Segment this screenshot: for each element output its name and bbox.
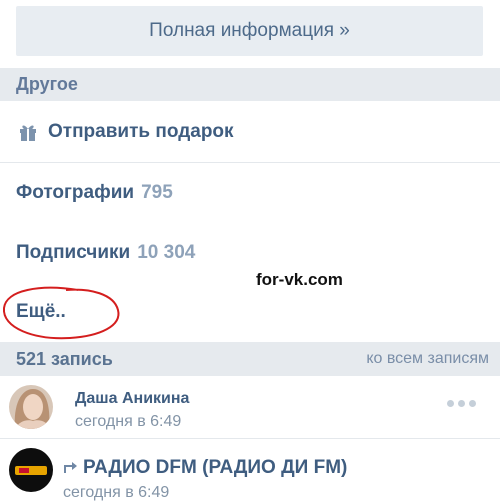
avatar[interactable] <box>9 448 53 492</box>
post-item[interactable]: Даша Аникина сегодня в 6:49 <box>0 376 500 439</box>
all-posts-link[interactable]: ко всем записям <box>366 350 489 368</box>
menu-item-subscribers-label: Подписчики <box>16 242 131 263</box>
full-info-button[interactable]: Полная информация » <box>16 6 483 56</box>
more-options-icon[interactable] <box>447 400 476 407</box>
full-info-label: Полная информация » <box>149 20 350 41</box>
section-header-other: Другое <box>0 68 500 101</box>
subscribers-count: 10 304 <box>137 242 196 263</box>
top-area: Полная информация » <box>0 0 500 68</box>
repost-icon <box>64 462 77 473</box>
avatar[interactable] <box>9 385 53 429</box>
post-author[interactable]: Даша Аникина <box>75 390 189 408</box>
section-title-other: Другое <box>16 74 78 94</box>
menu-item-subscribers[interactable]: Подписчики 10 304 <box>0 223 500 284</box>
post-author[interactable]: РАДИО DFM (РАДИО ДИ FM) <box>83 457 347 479</box>
wall-post-count: 521 запись <box>16 348 113 369</box>
section-header-wall: 521 запись ко всем записям <box>0 342 500 376</box>
photos-count: 795 <box>141 182 173 203</box>
post-time: сегодня в 6:49 <box>75 413 182 430</box>
menu-item-gift[interactable]: Отправить подарок <box>0 102 500 163</box>
menu-item-photos[interactable]: Фотографии 795 <box>0 163 500 224</box>
annotation-circle <box>2 286 120 340</box>
post-time: сегодня в 6:49 <box>63 484 170 501</box>
gift-icon <box>20 125 36 141</box>
menu-item-gift-label: Отправить подарок <box>48 121 234 142</box>
watermark: for-vk.com <box>256 270 343 289</box>
menu-item-photos-label: Фотографии <box>16 182 135 203</box>
post-item[interactable]: РАДИО DFM (РАДИО ДИ FM) сегодня в 6:49 <box>0 439 500 501</box>
